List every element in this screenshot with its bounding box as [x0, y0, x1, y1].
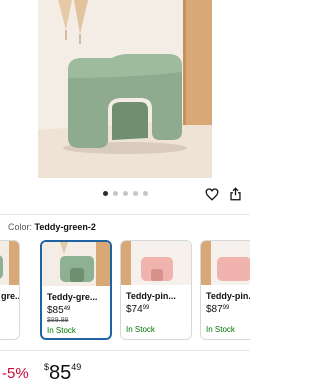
variant-card-selected[interactable]: Teddy-gre... $8549 $89.99 In Stock	[40, 240, 112, 340]
variant-price-cents: 49	[63, 306, 71, 312]
variant-price-whole: $85	[47, 305, 64, 316]
variant-price: $8549	[47, 305, 110, 316]
carousel-dot[interactable]	[142, 191, 148, 196]
variant-card[interactable]: Teddy-pin... $7499 In Stock	[120, 240, 192, 340]
carousel-dot[interactable]	[122, 191, 128, 196]
variant-thumbnail	[201, 241, 250, 285]
variant-list-price: $89.99	[47, 317, 69, 324]
share-button[interactable]	[226, 185, 244, 203]
variant-price-cents: 99	[222, 305, 230, 311]
product-image[interactable]	[0, 0, 250, 178]
section-divider	[0, 214, 250, 215]
variant-price-whole: $74	[126, 304, 143, 315]
variant-card[interactable]: Teddy-pin... $8799 In Stock	[200, 240, 250, 340]
variant-price: $7499	[126, 304, 191, 315]
price-cents: 49	[71, 362, 82, 372]
variant-name: Teddy-pin...	[206, 291, 250, 301]
variant-thumbnail	[0, 241, 19, 285]
variant-stock: In Stock	[206, 325, 235, 334]
variant-stock: In Stock	[126, 325, 155, 334]
color-selected-value: Teddy-green-2	[34, 222, 96, 232]
heart-icon	[205, 187, 219, 201]
carousel-dot[interactable]	[132, 191, 138, 196]
price-block: -5% $8549	[0, 360, 250, 388]
variant-thumbnail	[121, 241, 191, 285]
wishlist-button[interactable]	[203, 185, 221, 203]
share-icon	[229, 187, 241, 201]
variant-name: Teddy-pin...	[126, 291, 176, 301]
carousel-dot[interactable]	[102, 191, 108, 196]
section-divider	[0, 350, 250, 351]
variant-name: Teddy-gre...	[47, 292, 98, 302]
discount-percent: -5%	[2, 365, 29, 382]
variant-thumbnail	[42, 242, 110, 286]
color-selector-label: Color: Teddy-green-2	[8, 222, 96, 232]
variant-price: $8799	[206, 304, 250, 315]
variant-stock: In Stock	[47, 326, 76, 335]
variant-swatches: gre... Teddy-gre... $8549 $89.99 In Stoc…	[0, 240, 250, 340]
variant-price-whole: $87	[206, 304, 223, 315]
variant-card[interactable]: gre...	[0, 240, 20, 340]
carousel-dot[interactable]	[112, 191, 118, 196]
price-whole: 85	[49, 362, 72, 384]
variant-name: gre...	[1, 291, 19, 301]
color-label: Color:	[8, 222, 33, 232]
current-price: $8549	[44, 362, 81, 385]
variant-price-cents: 99	[142, 305, 150, 311]
